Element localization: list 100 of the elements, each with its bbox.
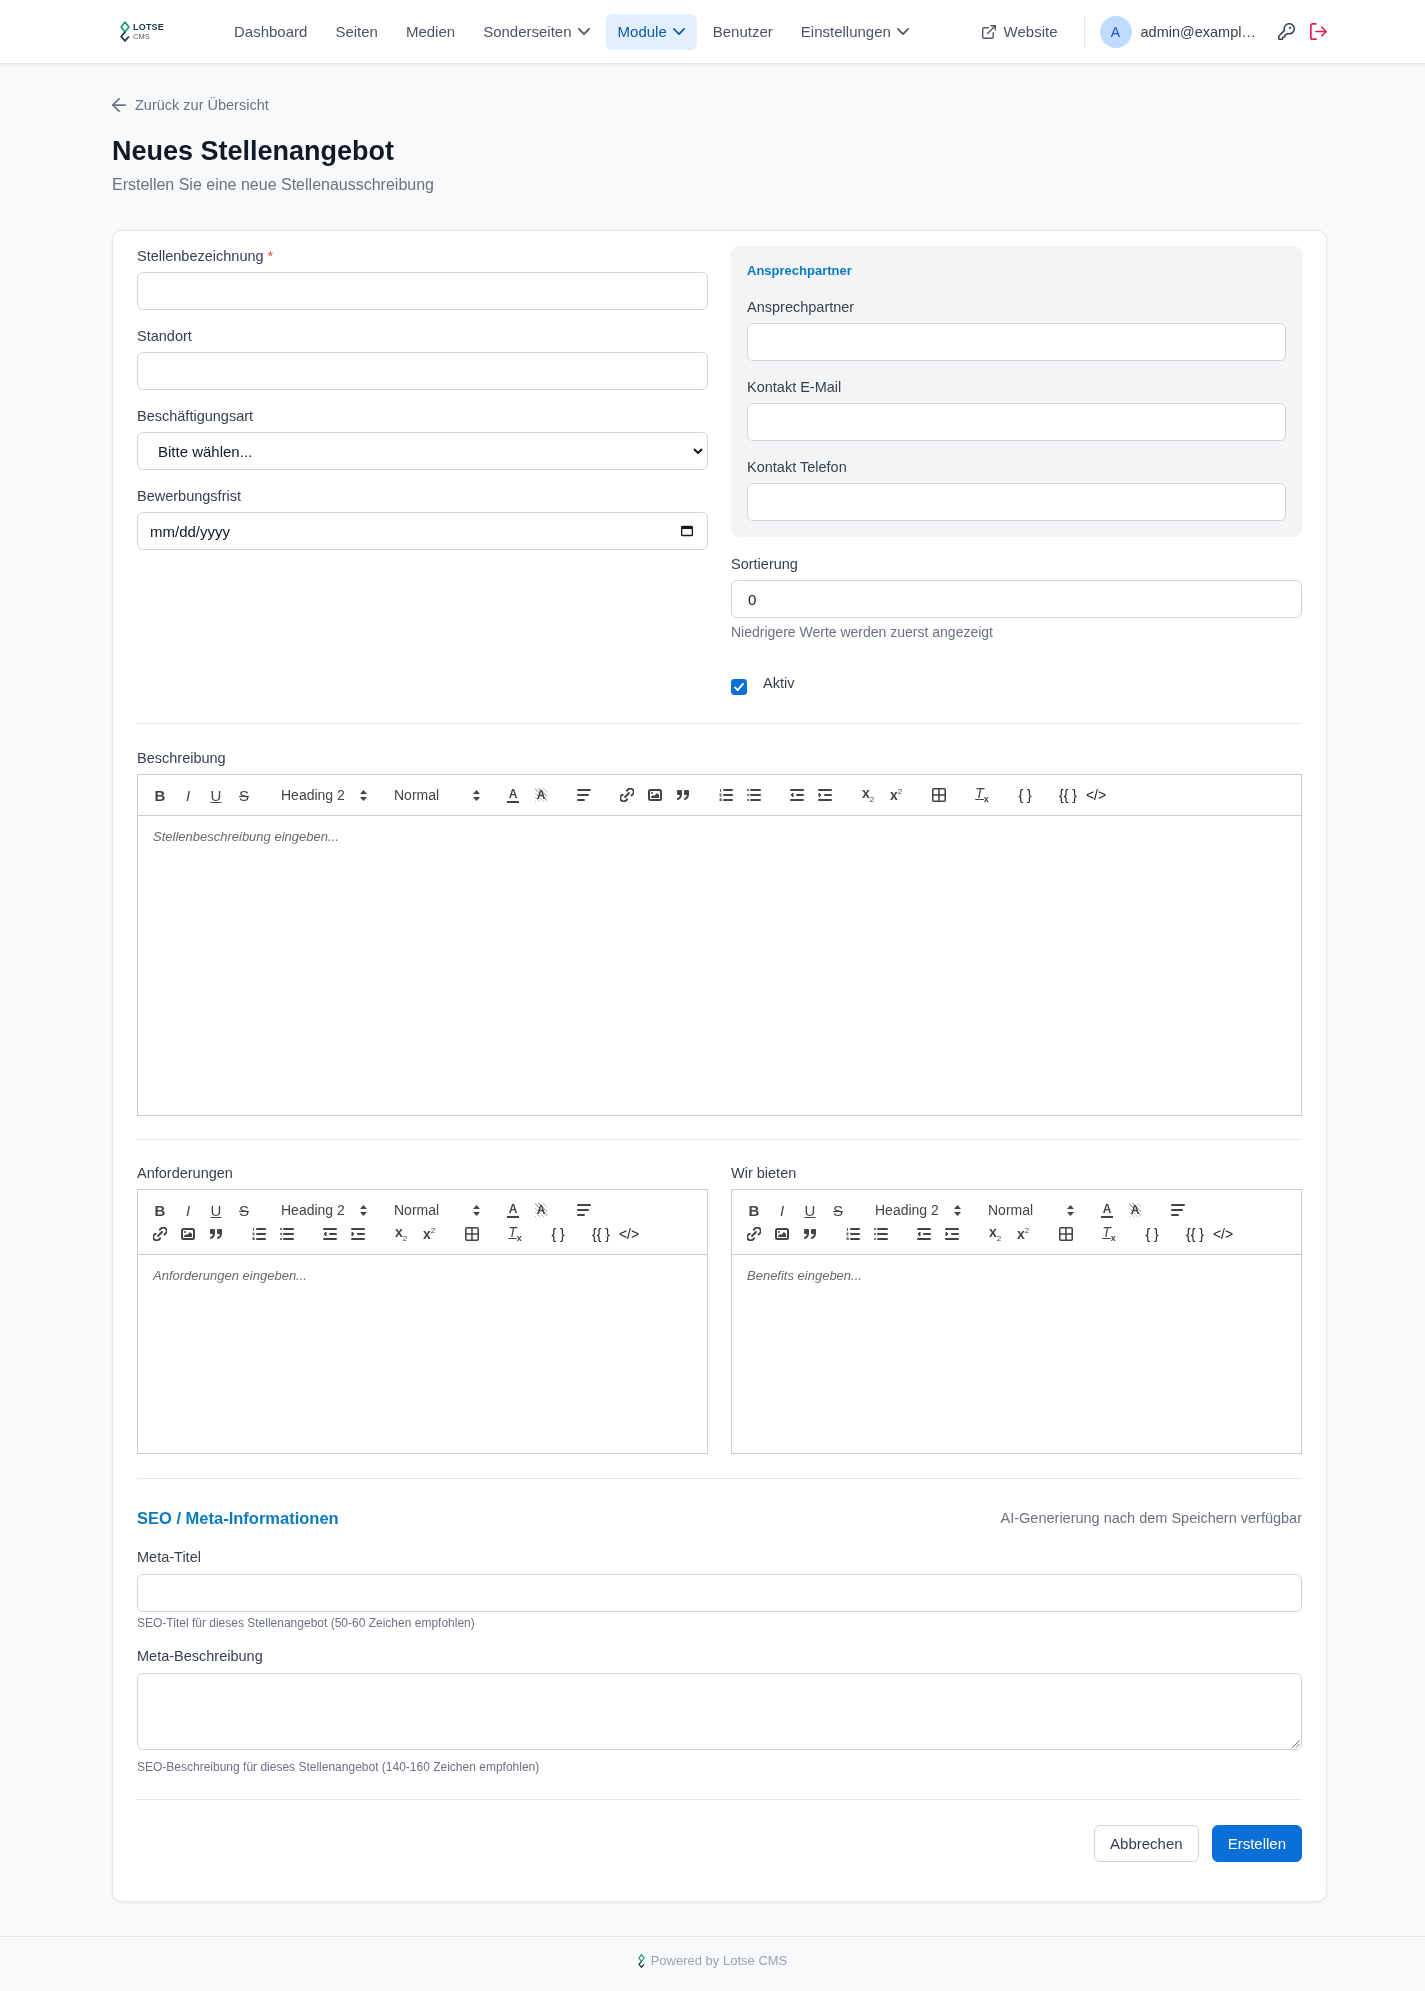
external-link-icon [981,24,996,39]
arrow-left-icon [112,98,126,112]
format-dropdown[interactable]: Heading 2 [273,783,371,807]
code-block-button[interactable]: { } [544,1222,572,1246]
image-icon [648,789,662,801]
clear-format-button[interactable]: T$_{x}$ [968,783,996,807]
bullet-list-icon [874,1228,888,1240]
bullet-list-icon [747,789,761,801]
bold-button[interactable]: B [146,783,174,807]
strikethrough-button[interactable]: S [230,1198,258,1222]
underline-button[interactable]: U [202,1198,230,1222]
strikethrough-button[interactable]: S [230,783,258,807]
key-icon[interactable] [1278,23,1295,40]
code-block-button[interactable]: { } [1138,1222,1166,1246]
underline-button[interactable]: U [796,1198,824,1222]
checkbox[interactable] [731,679,747,695]
italic-button[interactable]: I [174,783,202,807]
quote-icon [804,1229,816,1239]
highlight-button[interactable]: A [1121,1198,1149,1222]
superscript-button[interactable]: x$^{2}$ [415,1222,443,1246]
field-hint: SEO-Titel für dieses Stellenangebot (50-60 Zeichen empfohlen) [137,1615,476,1631]
subscript-button[interactable]: x$_{2}$ [854,783,882,807]
text-input[interactable] [747,403,1286,441]
text-input[interactable] [747,323,1286,361]
up-down-arrows-icon [360,789,367,801]
link-icon [620,788,634,802]
highlight-button[interactable]: A [527,783,555,807]
indent-icon [945,1228,959,1240]
nav-link[interactable]: Einstellungen [788,13,921,50]
align-left-icon [1171,1204,1185,1216]
subscript-button[interactable]: x$_{2}$ [981,1222,1009,1246]
create-button[interactable]: Erstellen [1211,1825,1302,1862]
html-source-button[interactable]: </> [615,1222,643,1246]
subscript-button[interactable]: x$_{2}$ [387,1222,415,1246]
align-left-icon [577,789,591,801]
superscript-button[interactable]: x$^{2}$ [1009,1222,1037,1246]
format-dropdown[interactable]: Heading 2 [273,1198,371,1222]
field-label: Ansprechpartner [747,298,856,317]
format-dropdown[interactable]: Heading 2 [867,1198,965,1222]
format-dropdown[interactable]: Normal [980,1198,1078,1222]
number-input[interactable]: 0 [731,580,1302,618]
image-icon [775,1228,789,1240]
text-input[interactable] [137,1574,1302,1612]
bullet-list-icon [280,1228,294,1240]
nav-link[interactable]: Seiten [323,13,390,50]
checkbox-label: Aktiv [763,674,795,693]
text-input[interactable] [137,352,708,390]
cancel-button[interactable]: Abbrechen [1094,1825,1199,1862]
logout-icon[interactable] [1310,23,1327,40]
logo-icon [120,21,130,42]
text-input[interactable] [747,483,1286,521]
text-color-button[interactable]: A [1093,1198,1121,1222]
field-label: Beschäftigungsart [137,407,255,426]
user-email[interactable]: admin@exampl… [1140,23,1256,40]
bold-button[interactable]: B [740,1198,768,1222]
underline-button[interactable]: U [202,783,230,807]
format-dropdown[interactable]: Normal [386,783,484,807]
align-left-icon [577,1204,591,1216]
date-input[interactable]: mm/dd/yyyy [137,512,708,550]
field-label: Kontakt E-Mail [747,378,843,397]
textarea-field[interactable] [137,1673,1302,1750]
code-block-button[interactable]: { } [1011,783,1039,807]
field-label: Wir bieten [731,1164,798,1183]
format-dropdown[interactable]: Normal [386,1198,484,1222]
editor-text-area[interactable]: Benefits eingeben... [731,1255,1302,1454]
bold-button[interactable]: B [146,1198,174,1222]
html-source-button[interactable]: </> [1082,783,1110,807]
nav-link[interactable]: Medien [393,13,468,50]
template-button[interactable]: {{ } [1181,1222,1209,1246]
user-avatar[interactable]: A [1099,15,1132,48]
html-source-button[interactable]: </> [1209,1222,1237,1246]
editor-text-area[interactable]: Stellenbeschreibung eingeben... [137,816,1302,1116]
resize-handle-icon[interactable] [1292,1740,1300,1748]
editor-text-area[interactable]: Anforderungen eingeben... [137,1255,708,1454]
text-input[interactable] [137,272,708,310]
outdent-icon [790,789,804,801]
chevron-down-icon [672,28,685,35]
back-link[interactable]: Zurück zur Übersicht [112,95,269,115]
nav-link[interactable]: Dashboard [222,13,320,50]
italic-button[interactable]: I [768,1198,796,1222]
template-button[interactable]: {{ } [587,1222,615,1246]
strikethrough-button[interactable]: S [824,1198,852,1222]
text-color-button[interactable]: A [499,1198,527,1222]
chevron-down-icon [577,28,590,35]
nav-link[interactable]: Module [605,13,697,50]
logo-text: LOTSE [133,22,164,32]
template-button[interactable]: {{ } [1054,783,1082,807]
italic-button[interactable]: I [174,1198,202,1222]
clear-format-button[interactable]: T$_{x}$ [1095,1222,1123,1246]
text-color-button[interactable]: A [499,783,527,807]
nav-link[interactable]: Sonderseiten [471,13,602,50]
field-label: Meta-Titel [137,1548,202,1567]
superscript-button[interactable]: x$^{2}$ [882,783,910,807]
website-link[interactable]: Website [981,23,1058,40]
select-dropdown[interactable]: Bitte wählen... [137,432,708,470]
clear-format-button[interactable]: T$_{x}$ [501,1222,529,1246]
calendar-icon[interactable] [681,525,693,537]
field-label: Bewerbungsfrist [137,487,242,506]
nav-link[interactable]: Benutzer [700,13,785,50]
highlight-button[interactable]: A [527,1198,555,1222]
